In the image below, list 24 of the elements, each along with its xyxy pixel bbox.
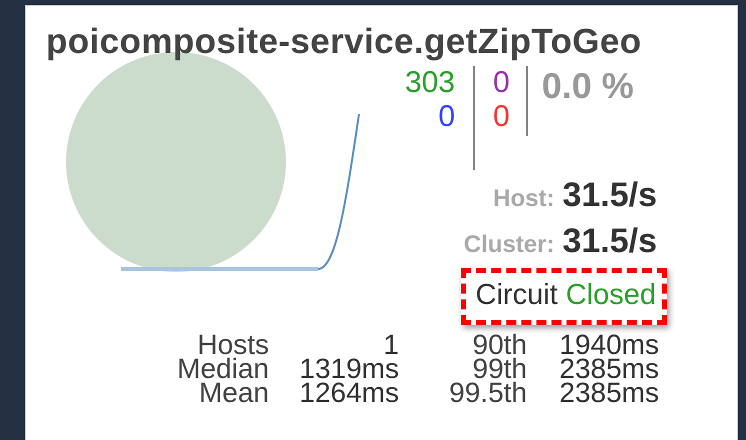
stat-label: Hosts	[197, 333, 269, 357]
stat-label: 90th	[472, 333, 527, 357]
rate-label: Host:	[493, 185, 554, 213]
request-count: 0	[438, 100, 455, 134]
stat-value: 1319ms	[298, 357, 399, 381]
stat-value: 2385ms	[558, 381, 659, 405]
request-count: 0	[493, 100, 510, 134]
error-percentage: 0.0 %	[542, 66, 634, 108]
stat-label: Mean	[198, 381, 269, 405]
rate-value: 31.5/s	[562, 176, 657, 215]
stat-label: Median	[176, 357, 269, 381]
request-count: 303	[404, 66, 455, 100]
stat-value: 1	[383, 333, 399, 357]
stat-label: 99th	[472, 357, 527, 381]
stat-value: 2385ms	[558, 357, 659, 381]
command-title: poicomposite-service.getZipToGeo	[46, 22, 643, 62]
stat-value: 1940ms	[558, 333, 659, 357]
circuit-label: Circuit	[476, 279, 558, 312]
circuit-status: Closed	[566, 279, 656, 312]
rate-value: 31.5/s	[562, 222, 657, 261]
stat-label: 99.5th	[448, 381, 527, 405]
stat-value: 1264ms	[298, 381, 399, 405]
rate-label: Cluster:	[464, 231, 554, 259]
request-count: 0	[493, 66, 510, 100]
